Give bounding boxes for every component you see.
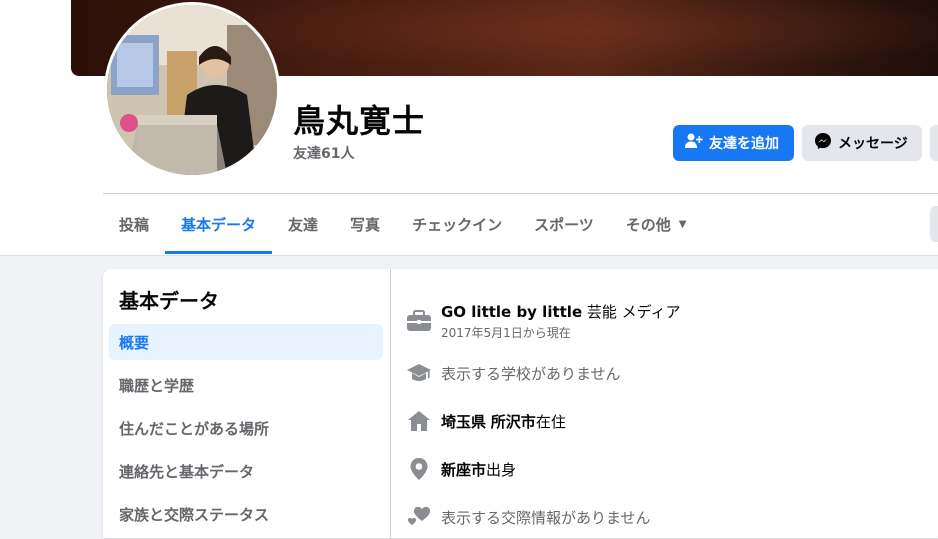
about-menu-family-relationships[interactable]: 家族と交際ステータス [109, 496, 383, 532]
more-actions-button[interactable] [930, 125, 938, 161]
profile-name: 鳥丸寛士 [293, 102, 426, 140]
from-city[interactable]: 新座市 [441, 461, 486, 479]
home-icon [405, 407, 433, 435]
header-divider [103, 193, 938, 194]
from-suffix: 出身 [486, 460, 517, 479]
about-title: 基本データ [119, 289, 219, 313]
overview-work: GO little by little 芸能 メディア 2017年5月1日から現… [405, 301, 681, 341]
overview-relationship: 表示する交際情報がありません [405, 503, 651, 531]
message-label: メッセージ [838, 136, 908, 152]
tab-posts[interactable]: 投稿 [103, 196, 165, 252]
work-industry: 芸能 メディア [582, 303, 681, 321]
hearts-icon [405, 503, 433, 531]
work-since: 2017年5月1日から現在 [441, 326, 571, 340]
lives-suffix: 在住 [535, 412, 566, 431]
about-menu-overview[interactable]: 概要 [109, 324, 383, 360]
lives-city[interactable]: 所沢市 [491, 413, 536, 431]
card-divider [390, 269, 391, 538]
profile-tabs: 投稿 基本データ 友達 写真 チェックイン スポーツ その他 ▼ [103, 196, 703, 254]
tab-checkins[interactable]: チェックイン [396, 196, 518, 252]
friends-count[interactable]: 友達61人 [293, 143, 354, 163]
about-menu-places-lived[interactable]: 住んだことがある場所 [109, 410, 383, 446]
tab-photos[interactable]: 写真 [334, 196, 396, 252]
school-empty-text: 表示する学校がありません [441, 364, 621, 383]
overview-school: 表示する学校がありません [405, 359, 621, 387]
message-button[interactable]: メッセージ [802, 125, 922, 161]
add-friend-icon [685, 133, 703, 153]
tab-more[interactable]: その他 ▼ [610, 196, 703, 252]
about-card: 基本データ 概要 職歴と学歴 住んだことがある場所 連絡先と基本データ 家族と交… [103, 269, 938, 538]
briefcase-icon [405, 307, 433, 335]
location-pin-icon [405, 455, 433, 483]
profile-avatar[interactable] [104, 2, 280, 178]
about-menu-work-education[interactable]: 職歴と学歴 [109, 367, 383, 403]
overview-lives-in: 埼玉県 所沢市在住 [405, 407, 566, 435]
tab-about[interactable]: 基本データ [165, 196, 273, 254]
tab-sports[interactable]: スポーツ [518, 196, 610, 252]
messenger-icon [814, 132, 832, 154]
add-friend-label: 友達を追加 [709, 136, 779, 152]
about-menu-contact-basic-info[interactable]: 連絡先と基本データ [109, 453, 383, 489]
overview-from: 新座市出身 [405, 455, 516, 483]
add-friend-button[interactable]: 友達を追加 [673, 125, 794, 161]
relationship-empty-text: 表示する交際情報がありません [441, 508, 651, 527]
caret-down-icon: ▼ [678, 218, 687, 230]
lives-pref[interactable]: 埼玉県 [441, 413, 486, 431]
work-org[interactable]: GO little by little [441, 303, 582, 321]
tab-options-button[interactable] [930, 206, 938, 242]
tab-friends[interactable]: 友達 [272, 196, 334, 252]
graduation-cap-icon [405, 359, 433, 387]
